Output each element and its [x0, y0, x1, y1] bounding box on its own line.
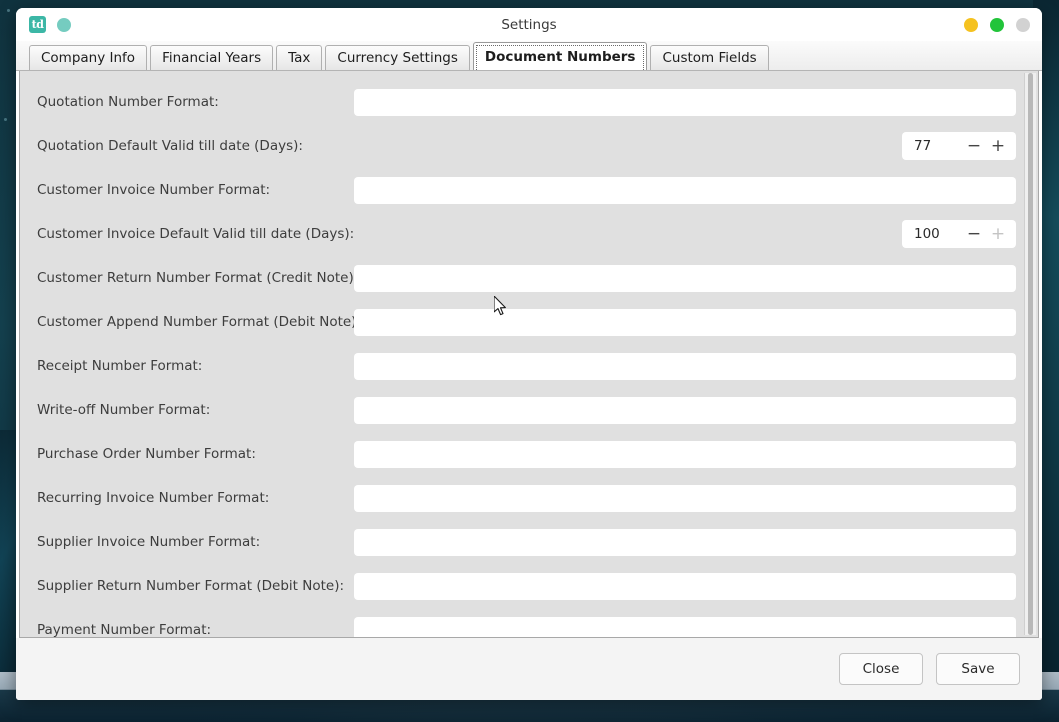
form-row: Receipt Number Format: — [20, 344, 1038, 388]
tab-tax[interactable]: Tax — [276, 45, 323, 70]
stepper-increment-icon[interactable]: + — [986, 137, 1010, 155]
form-row: Customer Return Number Format (Credit No… — [20, 256, 1038, 300]
field-wrapper — [354, 352, 1038, 380]
field-wrapper — [354, 396, 1038, 424]
document-numbers-panel: Quotation Number Format: Quotation Defaul… — [19, 71, 1039, 638]
label-supplier-return-number-format-debit-note: Supplier Return Number Format (Debit Not… — [37, 578, 345, 594]
input-supplier-return-number-format-debit-note[interactable] — [354, 572, 1016, 600]
tab-label: Currency Settings — [337, 50, 458, 66]
label-receipt-number-format: Receipt Number Format: — [37, 358, 203, 374]
close-button[interactable]: Close — [839, 653, 923, 685]
stepper-increment-icon: + — [990, 223, 1006, 244]
stepper-value[interactable]: 77 — [914, 138, 962, 154]
field-wrapper — [354, 264, 1038, 292]
status-dot-icon — [57, 17, 71, 32]
form-row: Quotation Default Valid till date (Days)… — [20, 124, 1038, 168]
form-row: Write-off Number Format: — [20, 388, 1038, 432]
label-customer-invoice-number-format: Customer Invoice Number Format: — [37, 182, 271, 198]
window-titlebar[interactable]: td Settings — [16, 8, 1042, 41]
form-row: Customer Append Number Format (Debit Not… — [20, 300, 1038, 344]
wallpaper-speck — [7, 9, 10, 12]
field-wrapper — [354, 484, 1038, 512]
field-wrapper — [354, 616, 1038, 637]
label-customer-append-number-format-debit-note: Customer Append Number Format (Debit Not… — [37, 314, 361, 330]
tab-label: Tax — [288, 50, 311, 66]
window-title: Settings — [501, 16, 557, 33]
minimize-button[interactable] — [964, 17, 978, 32]
form-row: Customer Invoice Default Valid till date… — [20, 212, 1038, 256]
input-payment-number-format[interactable] — [354, 616, 1016, 637]
settings-tab-bar: Company Info Financial Years Tax Currency S… — [16, 41, 1042, 71]
dialog-footer: Close Save — [16, 638, 1042, 700]
input-write-off-number-format[interactable] — [354, 396, 1016, 424]
input-customer-return-number-format-credit-note[interactable] — [354, 264, 1016, 292]
label-purchase-order-number-format: Purchase Order Number Format: — [37, 446, 256, 462]
field-wrapper: 100− + — [354, 220, 1038, 248]
label-write-off-number-format: Write-off Number Format: — [37, 402, 211, 418]
stepper-customer-invoice-default-valid-till-date-days[interactable]: 100− + — [902, 220, 1016, 248]
label-customer-return-number-format-credit-note: Customer Return Number Format (Credit No… — [37, 270, 359, 286]
label-recurring-invoice-number-format: Recurring Invoice Number Format: — [37, 490, 270, 506]
input-purchase-order-number-format[interactable] — [354, 440, 1016, 468]
window-controls — [964, 17, 1030, 32]
maximize-button[interactable] — [990, 17, 1004, 32]
input-supplier-invoice-number-format[interactable] — [354, 528, 1016, 556]
tab-label: Custom Fields — [662, 50, 757, 66]
form-row: Recurring Invoice Number Format: — [20, 476, 1038, 520]
stepper-decrement-icon[interactable]: − — [962, 225, 986, 243]
form-row: Supplier Invoice Number Format: — [20, 520, 1038, 564]
field-wrapper — [354, 528, 1038, 556]
field-wrapper — [354, 176, 1038, 204]
label-quotation-default-valid-till-date-days: Quotation Default Valid till date (Days)… — [37, 138, 303, 154]
tab-document-numbers[interactable]: Document Numbers — [472, 42, 648, 70]
settings-window: td Settings Company Info Financial Years T… — [16, 8, 1042, 700]
label-customer-invoice-default-valid-till-date-days: Customer Invoice Default Valid till date… — [37, 226, 355, 242]
form-row: Supplier Return Number Format (Debit Not… — [20, 564, 1038, 608]
stepper-value[interactable]: 100 — [914, 226, 962, 242]
form-row: Purchase Order Number Format: — [20, 432, 1038, 476]
close-window-button[interactable] — [1016, 17, 1030, 32]
tab-label: Financial Years — [162, 50, 262, 66]
tab-label: Company Info — [41, 50, 136, 66]
form-row: Quotation Number Format: — [20, 80, 1038, 124]
label-payment-number-format: Payment Number Format: — [37, 622, 212, 638]
save-button[interactable]: Save — [936, 653, 1020, 685]
scrollbar-thumb[interactable] — [1028, 73, 1033, 635]
input-customer-invoice-number-format[interactable] — [354, 176, 1016, 204]
input-quotation-number-format[interactable] — [354, 88, 1016, 116]
field-wrapper: 77− + — [354, 132, 1038, 160]
stepper-quotation-default-valid-till-date-days[interactable]: 77− + — [902, 132, 1016, 160]
input-customer-append-number-format-debit-note[interactable] — [354, 308, 1016, 336]
field-wrapper — [354, 88, 1038, 116]
field-wrapper — [354, 572, 1038, 600]
label-quotation-number-format: Quotation Number Format: — [37, 94, 219, 110]
tab-company-info[interactable]: Company Info — [29, 45, 148, 70]
input-receipt-number-format[interactable] — [354, 352, 1016, 380]
settings-form: Quotation Number Format: Quotation Defaul… — [20, 71, 1038, 637]
tab-financial-years[interactable]: Financial Years — [150, 45, 274, 70]
field-wrapper — [354, 308, 1038, 336]
tab-label: Document Numbers — [484, 48, 636, 65]
vertical-scrollbar[interactable] — [1024, 73, 1036, 635]
form-row: Payment Number Format: — [20, 608, 1038, 638]
tab-custom-fields[interactable]: Custom Fields — [650, 45, 769, 70]
wallpaper-speck — [4, 118, 7, 121]
td-app-icon: td — [29, 16, 46, 33]
label-supplier-invoice-number-format: Supplier Invoice Number Format: — [37, 534, 261, 550]
stepper-decrement-icon[interactable]: − — [962, 137, 986, 155]
form-row: Customer Invoice Number Format: — [20, 168, 1038, 212]
tab-currency-settings[interactable]: Currency Settings — [325, 45, 470, 70]
field-wrapper — [354, 440, 1038, 468]
input-recurring-invoice-number-format[interactable] — [354, 484, 1016, 512]
